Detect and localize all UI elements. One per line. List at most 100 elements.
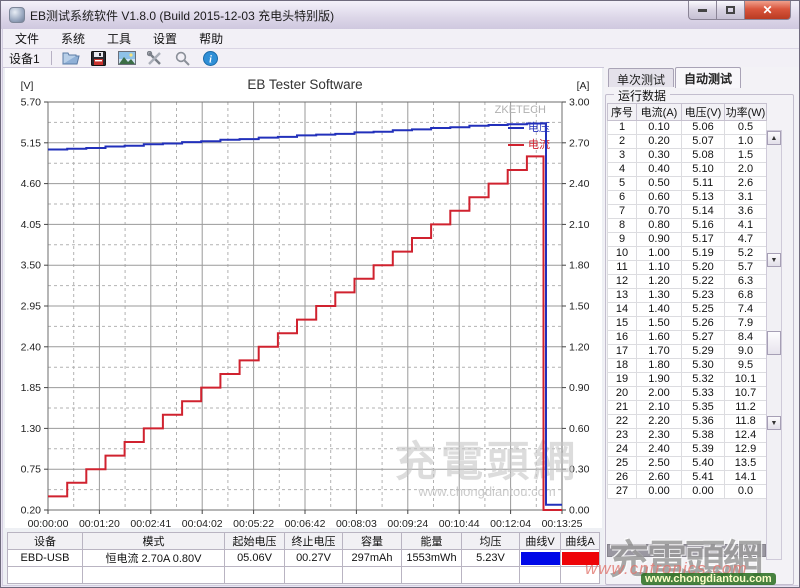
menu-tools[interactable]: 工具 <box>97 28 141 49</box>
run-table-cell: 5.06 <box>682 121 725 135</box>
summary-header-row: 设备 模式 起始电压 终止电压 容量 能量 均压 曲线V 曲线A <box>8 533 600 550</box>
run-table-row[interactable]: 252.505.4013.5 <box>608 457 767 471</box>
run-table-vscrollbar[interactable]: ▲ ▼ ▼ <box>766 130 782 560</box>
scroll-down-icon[interactable]: ▼ <box>767 253 781 267</box>
run-table-cell: 0.60 <box>637 191 682 205</box>
run-table-cell: 5.23 <box>682 289 725 303</box>
scroll-down-icon-2[interactable]: ▼ <box>767 416 781 430</box>
svg-text:i: i <box>209 54 212 65</box>
menu-system[interactable]: 系统 <box>51 28 95 49</box>
menu-file[interactable]: 文件 <box>5 28 49 49</box>
svg-text:1.85: 1.85 <box>21 382 42 394</box>
run-table-row[interactable]: 222.205.3611.8 <box>608 415 767 429</box>
run-table-row[interactable]: 242.405.3912.9 <box>608 443 767 457</box>
svg-text:1.80: 1.80 <box>569 260 590 272</box>
run-table-cell: 21 <box>608 401 637 415</box>
svg-text:[V]: [V] <box>21 80 34 92</box>
run-table-cell: 1.5 <box>725 149 767 163</box>
run-table-row[interactable]: 270.000.000.0 <box>608 485 767 499</box>
run-table-cell: 1.60 <box>637 331 682 345</box>
run-table-cell: 1.90 <box>637 373 682 387</box>
run-table-row[interactable]: 141.405.257.4 <box>608 303 767 317</box>
run-table-cell: 5.7 <box>725 261 767 275</box>
run-table-row[interactable]: 232.305.3812.4 <box>608 429 767 443</box>
save-icon[interactable] <box>88 50 110 67</box>
svg-text:00:06:42: 00:06:42 <box>285 518 326 528</box>
run-table-row[interactable]: 60.605.133.1 <box>608 191 767 205</box>
avg-voltage-value: 5.23V <box>462 550 520 567</box>
svg-text:00:02:41: 00:02:41 <box>130 518 171 528</box>
menu-settings[interactable]: 设置 <box>143 28 187 49</box>
svg-text:5.70: 5.70 <box>21 97 42 109</box>
info-icon[interactable]: i <box>200 50 222 67</box>
tab-auto-test[interactable]: 自动测试 <box>675 67 741 88</box>
scrollbar-thumb[interactable] <box>767 331 781 355</box>
curve-a-color-swatch <box>562 552 600 565</box>
run-table-row[interactable]: 161.605.278.4 <box>608 331 767 345</box>
run-table-cell: 15 <box>608 317 637 331</box>
run-table-cell: 1.50 <box>637 317 682 331</box>
svg-text:00:13:25: 00:13:25 <box>542 518 583 528</box>
run-table-cell: 17 <box>608 345 637 359</box>
open-file-icon[interactable] <box>60 50 82 67</box>
run-table-cell: 5.14 <box>682 205 725 219</box>
run-table-row[interactable]: 20.205.071.0 <box>608 135 767 149</box>
scroll-up-icon[interactable]: ▲ <box>767 131 781 145</box>
maximize-button[interactable] <box>717 1 745 20</box>
svg-text:0.60: 0.60 <box>569 423 590 435</box>
export-image-icon[interactable] <box>116 50 138 67</box>
summary-header-curve-v: 曲线V <box>520 533 561 550</box>
run-table-cell: 2.00 <box>637 387 682 401</box>
run-table-cell: 5.36 <box>682 415 725 429</box>
run-table-row[interactable]: 262.605.4114.1 <box>608 471 767 485</box>
summary-header-mode: 模式 <box>83 533 225 550</box>
svg-text:1.20: 1.20 <box>569 341 590 353</box>
title-bar[interactable]: EB测试系统软件 V1.8.0 (Build 2015-12-03 充电头特别版… <box>1 1 799 29</box>
run-table-row[interactable]: 111.105.205.7 <box>608 261 767 275</box>
tools-icon[interactable] <box>144 50 166 67</box>
minimize-icon <box>698 9 707 12</box>
run-table-cell: 5.26 <box>682 317 725 331</box>
run-table-row[interactable]: 101.005.195.2 <box>608 247 767 261</box>
menu-help[interactable]: 帮助 <box>189 28 233 49</box>
run-table-cell: 5.40 <box>682 457 725 471</box>
run-table-cell: 0.30 <box>637 149 682 163</box>
run-table-cell: 2.20 <box>637 415 682 429</box>
run-table-cell: 5.39 <box>682 443 725 457</box>
run-table-row[interactable]: 212.105.3511.2 <box>608 401 767 415</box>
run-table-hscrollbar[interactable] <box>607 544 766 557</box>
svg-text:[A]: [A] <box>577 80 590 92</box>
svg-text:4.05: 4.05 <box>21 219 42 231</box>
minimize-button[interactable] <box>688 1 717 20</box>
device-label: 设备1 <box>3 50 46 67</box>
run-table-row[interactable]: 40.405.102.0 <box>608 163 767 177</box>
run-table-row[interactable]: 202.005.3310.7 <box>608 387 767 401</box>
run-table-row[interactable]: 50.505.112.6 <box>608 177 767 191</box>
app-icon <box>9 7 25 23</box>
svg-text:3.00: 3.00 <box>569 97 590 109</box>
svg-text:2.40: 2.40 <box>21 341 42 353</box>
zoom-icon[interactable] <box>172 50 194 67</box>
run-table-row[interactable]: 70.705.143.6 <box>608 205 767 219</box>
svg-text:0.20: 0.20 <box>21 505 42 517</box>
run-table-row[interactable]: 181.805.309.5 <box>608 359 767 373</box>
close-button[interactable]: ✕ <box>745 1 791 20</box>
run-table-row[interactable]: 191.905.3210.1 <box>608 373 767 387</box>
run-data-title: 运行数据 <box>614 87 670 104</box>
start-voltage-value: 05.06V <box>225 550 285 567</box>
run-table-cell: 0.0 <box>725 485 767 499</box>
energy-value: 1553mWh <box>402 550 462 567</box>
run-table-row[interactable]: 80.805.164.1 <box>608 219 767 233</box>
tab-single-test[interactable]: 单次测试 <box>608 68 674 87</box>
maximize-icon <box>726 6 735 14</box>
run-table-cell: 0.00 <box>637 485 682 499</box>
run-table-row[interactable]: 131.305.236.8 <box>608 289 767 303</box>
run-table-row[interactable]: 151.505.267.9 <box>608 317 767 331</box>
run-table-row[interactable]: 10.105.060.5 <box>608 121 767 135</box>
run-table-row[interactable]: 30.305.081.5 <box>608 149 767 163</box>
run-table-row[interactable]: 90.905.174.7 <box>608 233 767 247</box>
run-table-row[interactable]: 171.705.299.0 <box>608 345 767 359</box>
run-table-row[interactable]: 121.205.226.3 <box>608 275 767 289</box>
run-table-cell: 1.0 <box>725 135 767 149</box>
run-table-cell: 2.10 <box>637 401 682 415</box>
